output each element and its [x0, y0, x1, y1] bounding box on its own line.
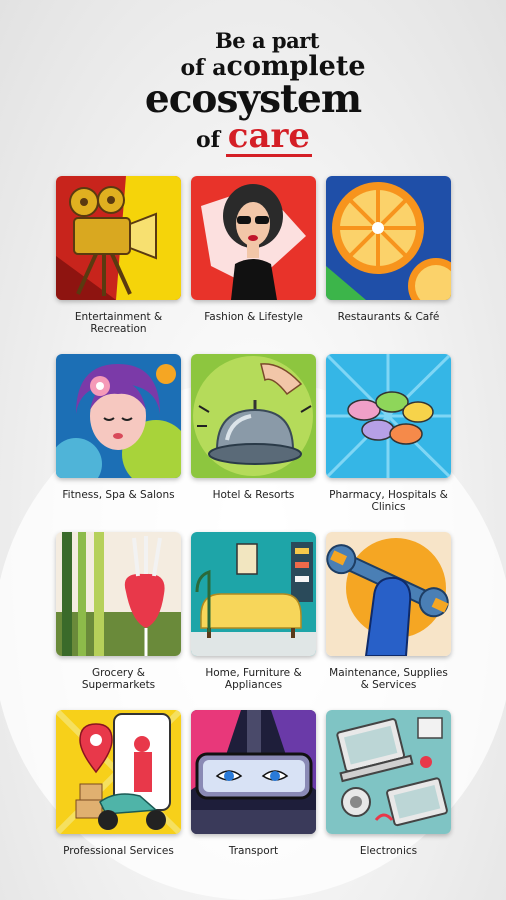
- category-label: Professional Services: [63, 845, 174, 857]
- category-tile-transport[interactable]: Transport: [191, 710, 316, 888]
- category-tile-fitness[interactable]: Fitness, Spa & Salons: [56, 354, 181, 532]
- car-mirror-eyes-icon: [191, 710, 316, 834]
- category-label: Electronics: [359, 845, 418, 857]
- header-line-1: Be a part: [215, 28, 319, 53]
- sofa-icon: [191, 532, 316, 656]
- spa-woman-icon: [56, 354, 181, 478]
- category-label: Fitness, Spa & Salons: [62, 489, 175, 501]
- category-tile-maintenance[interactable]: Maintenance, Supplies & Services: [326, 532, 451, 710]
- category-tile-fashion[interactable]: Fashion & Lifestyle: [191, 176, 316, 354]
- pills-icon: [326, 354, 451, 478]
- category-tile-restaurants[interactable]: Restaurants & Café: [326, 176, 451, 354]
- fashion-woman-icon: [191, 176, 316, 300]
- category-label: Hotel & Resorts: [212, 489, 295, 501]
- header-line-3: ecosystem: [144, 76, 362, 122]
- category-label: Transport: [228, 845, 279, 857]
- header-line-4-prefix: of: [195, 127, 221, 153]
- category-label: Home, Furniture & Appliances: [205, 667, 302, 691]
- category-label: Grocery & Supermarkets: [81, 667, 156, 691]
- radish-icon: [56, 532, 181, 656]
- header-highlight-word: care: [225, 116, 313, 157]
- category-grid: Entertainment & Recreation Fashion & Lif…: [56, 176, 452, 888]
- laptop-gadgets-icon: [326, 710, 451, 834]
- page-header: Be a part of acomplete ecosystem of care: [0, 28, 506, 157]
- category-tile-grocery[interactable]: Grocery & Supermarkets: [56, 532, 181, 710]
- service-bell-icon: [191, 354, 316, 478]
- category-label: Pharmacy, Hospitals & Clinics: [329, 489, 448, 513]
- header-line-4: of care: [0, 116, 506, 157]
- category-tile-hotel[interactable]: Hotel & Resorts: [191, 354, 316, 532]
- category-tile-pharmacy[interactable]: Pharmacy, Hospitals & Clinics: [326, 354, 451, 532]
- category-tile-professional[interactable]: Professional Services: [56, 710, 181, 888]
- delivery-scooter-icon: [56, 710, 181, 834]
- category-tile-electronics[interactable]: Electronics: [326, 710, 451, 888]
- category-label: Maintenance, Supplies & Services: [329, 667, 448, 691]
- film-camera-icon: [56, 176, 181, 300]
- category-label: Entertainment & Recreation: [74, 311, 163, 335]
- orange-slice-icon: [326, 176, 451, 300]
- category-label: Restaurants & Café: [337, 311, 440, 323]
- category-label: Fashion & Lifestyle: [204, 311, 303, 323]
- category-tile-home[interactable]: Home, Furniture & Appliances: [191, 532, 316, 710]
- wrench-hand-icon: [326, 532, 451, 656]
- category-tile-entertainment[interactable]: Entertainment & Recreation: [56, 176, 181, 354]
